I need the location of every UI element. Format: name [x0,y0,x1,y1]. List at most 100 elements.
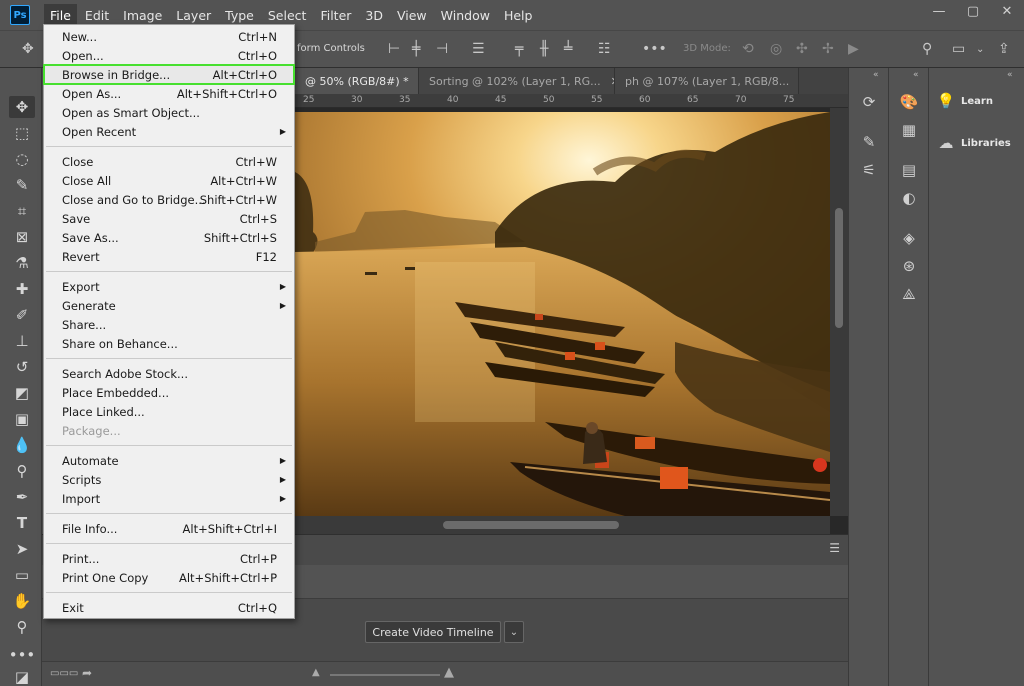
menu-item-search-adobe-stock[interactable]: Search Adobe Stock... [44,364,294,383]
distribute-icon[interactable]: ☰ [472,41,485,57]
type-tool-icon[interactable]: T [9,512,35,534]
color-swatches-icon[interactable]: ◪ [9,666,35,686]
tab-sorting[interactable]: Sorting @ 102% (Layer 1, RG... ✕ [419,68,615,94]
menu-item-print-one-copy[interactable]: Print One Copy Alt+Shift+Ctrl+P [44,568,294,587]
menu-item-close-all[interactable]: Close All Alt+Ctrl+W [44,171,294,190]
color-panel-icon[interactable]: 🎨 [899,92,919,112]
workspace-icon[interactable]: ▭ [952,41,965,57]
eraser-tool-icon[interactable]: ◩ [9,382,35,404]
vertical-scroll-thumb[interactable] [835,208,843,328]
zoom-tool-icon[interactable]: ⚲ [9,616,35,638]
lasso-tool-icon[interactable]: ◌ [9,148,35,170]
align-bottom-icon[interactable]: ╧ [564,41,572,57]
dodge-tool-icon[interactable]: ⚲ [9,460,35,482]
share-icon[interactable]: ⇪ [998,41,1010,57]
menu-item-open[interactable]: Open... Ctrl+O [44,46,294,65]
history-panel-icon[interactable]: ⟳ [859,92,879,112]
menu-item-close[interactable]: Close Ctrl+W [44,152,294,171]
3d-pan-icon[interactable]: ✣ [796,41,808,57]
river-boats-photo[interactable] [295,112,830,516]
libraries-panel-icon[interactable]: ▤ [899,160,919,180]
3d-slide-icon[interactable]: ✢ [822,41,834,57]
menu-item-file-info[interactable]: File Info... Alt+Shift+Ctrl+I [44,519,294,538]
layers-panel-icon[interactable]: ◈ [899,228,919,248]
menu-item-save-as[interactable]: Save As... Shift+Ctrl+S [44,228,294,247]
rectangle-tool-icon[interactable]: ▭ [9,564,35,586]
move-tool-icon[interactable]: ✥ [9,96,35,118]
menu-item-save[interactable]: Save Ctrl+S [44,209,294,228]
crop-tool-icon[interactable]: ⌗ [9,200,35,222]
quick-select-tool-icon[interactable]: ✎ [9,174,35,196]
zoom-in-icon[interactable]: ▲ [444,665,454,680]
menu-item-generate[interactable]: Generate ▶ [44,296,294,315]
menu-item-browse-in-bridge[interactable]: Browse in Bridge... Alt+Ctrl+O [43,64,295,85]
collapse-panels-icon[interactable]: « [1007,70,1013,80]
stamp-tool-icon[interactable]: ⊥ [9,330,35,352]
marquee-tool-icon[interactable]: ⬚ [9,122,35,144]
zoom-out-icon[interactable]: ▲ [312,667,320,678]
menu-item-scripts[interactable]: Scripts ▶ [44,470,294,489]
adjustments-icon[interactable]: ◐ [899,188,919,208]
tab-document-1[interactable]: @ 50% (RGB/8#) * ✕ [295,68,419,94]
swatches-panel-icon[interactable]: ▦ [899,120,919,140]
hand-tool-icon[interactable]: ✋ [9,590,35,612]
menu-item-place-linked[interactable]: Place Linked... [44,402,294,421]
collapse-panels-icon[interactable]: « [913,70,919,80]
3d-roll-icon[interactable]: ◎ [770,41,782,57]
move-tool-preset-icon[interactable]: ✥ [22,41,34,57]
show-transform-controls-label[interactable]: form Controls [297,43,365,54]
history-brush-tool-icon[interactable]: ↺ [9,356,35,378]
libraries-panel-tab[interactable]: ☁ Libraries [935,134,1011,152]
menu-view[interactable]: View [391,4,433,27]
distribute-vertical-icon[interactable]: ☷ [598,41,611,57]
convert-arrow-icon[interactable]: ➦ [82,666,92,680]
tab-ph[interactable]: ph @ 107% (Layer 1, RGB/8... ✕ [615,68,799,94]
close-window-button[interactable]: ✕ [990,0,1024,22]
more-options-icon[interactable]: ••• [642,41,667,57]
menu-3d[interactable]: 3D [359,4,389,27]
menu-item-open-as-smart-object[interactable]: Open as Smart Object... [44,103,294,122]
horizontal-ruler[interactable]: 25 30 35 40 45 50 55 60 65 70 75 [295,94,848,108]
menu-item-open-as[interactable]: Open As... Alt+Shift+Ctrl+O [44,84,294,103]
timeline-zoom-slider[interactable] [330,674,440,676]
menu-window[interactable]: Window [435,4,496,27]
menu-item-print[interactable]: Print... Ctrl+P [44,549,294,568]
create-video-timeline-button[interactable]: Create Video Timeline [365,621,501,643]
menu-filter[interactable]: Filter [314,4,357,27]
timeline-mode-dropdown[interactable]: ⌄ [504,621,524,643]
horizontal-scrollbar[interactable] [295,516,830,534]
align-center-icon[interactable]: ╪ [412,41,420,57]
maximize-button[interactable]: ▢ [956,0,990,22]
brush-tool-icon[interactable]: ✐ [9,304,35,326]
gradient-tool-icon[interactable]: ▣ [9,408,35,430]
document-canvas[interactable] [295,108,848,534]
3d-camera-icon[interactable]: ▶ [848,41,859,57]
menu-help[interactable]: Help [498,4,539,27]
align-right-icon[interactable]: ⊣ [436,41,448,57]
photoshop-logo-icon[interactable]: Ps [10,5,30,25]
vertical-scrollbar[interactable] [830,108,848,516]
menu-item-place-embedded[interactable]: Place Embedded... [44,383,294,402]
minimize-button[interactable]: — [922,0,956,22]
adjustments-panel-icon[interactable]: ⚟ [859,160,879,180]
horizontal-scroll-thumb[interactable] [443,521,619,529]
menu-item-close-and-go-to-bridge[interactable]: Close and Go to Bridge... Shift+Ctrl+W [44,190,294,209]
menu-item-open-recent[interactable]: Open Recent ▶ [44,122,294,141]
menu-item-share[interactable]: Share... [44,315,294,334]
path-select-tool-icon[interactable]: ➤ [9,538,35,560]
frame-tool-icon[interactable]: ⊠ [9,226,35,248]
menu-item-import[interactable]: Import ▶ [44,489,294,508]
blur-tool-icon[interactable]: 💧 [9,434,35,456]
eyedropper-tool-icon[interactable]: ⚗ [9,252,35,274]
paths-panel-icon[interactable]: ⟁ [899,284,919,304]
collapse-panels-icon[interactable]: « [873,70,879,80]
workspace-dropdown-icon[interactable]: ⌄ [976,44,984,55]
menu-item-exit[interactable]: Exit Ctrl+Q [44,598,294,617]
menu-item-automate[interactable]: Automate ▶ [44,451,294,470]
edit-toolbar-icon[interactable]: ••• [9,644,36,666]
menu-item-revert[interactable]: Revert F12 [44,247,294,266]
3d-orbit-icon[interactable]: ⟲ [742,41,754,57]
pen-tool-icon[interactable]: ✒ [9,486,35,508]
search-icon[interactable]: ⚲ [922,41,932,57]
channels-panel-icon[interactable]: ⊛ [899,256,919,276]
